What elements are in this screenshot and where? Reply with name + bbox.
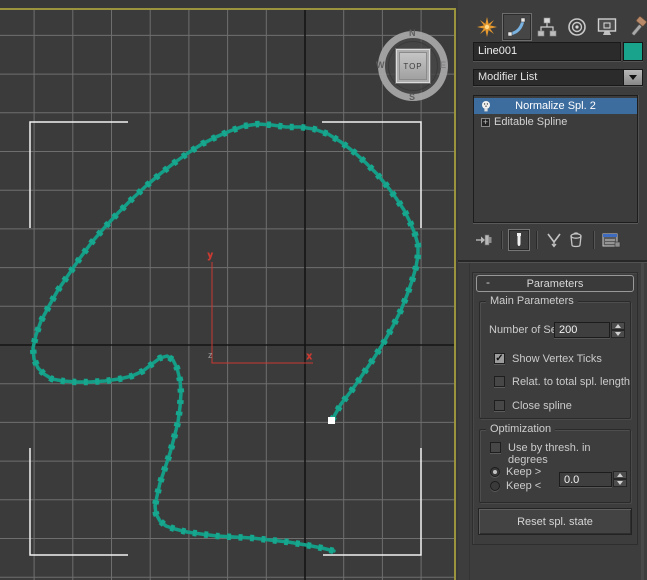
triangle-up-icon bbox=[615, 324, 621, 328]
spline-vertex-ticks bbox=[29, 120, 422, 555]
show-vertex-ticks-checkbox[interactable]: ✓ bbox=[494, 353, 505, 364]
view-label: TOP bbox=[403, 61, 423, 71]
relative-length-label: Relat. to total spl. length bbox=[512, 376, 631, 388]
stack-item-normalize-spline[interactable]: Normalize Spl. 2 bbox=[474, 98, 637, 114]
compass-west-label: W bbox=[376, 60, 385, 70]
toolbar-separator bbox=[593, 230, 594, 249]
selection-brackets bbox=[29, 121, 422, 556]
modifier-stack-toolbar bbox=[473, 228, 643, 251]
spline-end-vertex[interactable] bbox=[328, 417, 335, 424]
active-viewport-border-top bbox=[0, 8, 456, 10]
compass-north-label: N bbox=[409, 28, 416, 38]
modifier-list-dropdown[interactable]: Modifier List bbox=[473, 69, 643, 86]
group-title: Optimization bbox=[486, 423, 556, 435]
show-end-result-icon bbox=[517, 232, 521, 246]
stack-item-label: Normalize Spl. 2 bbox=[515, 100, 596, 112]
keep-greater-label: Keep > bbox=[506, 466, 542, 478]
triangle-down-icon bbox=[615, 332, 621, 336]
3dsmax-window: { "viewport": { "compass": { "center_lab… bbox=[0, 0, 647, 580]
close-spline-checkbox[interactable] bbox=[494, 400, 505, 411]
toolbar-separator bbox=[536, 230, 537, 249]
tab-modify[interactable] bbox=[502, 13, 532, 41]
dropdown-arrow-button[interactable] bbox=[623, 70, 642, 85]
triangle-down-icon bbox=[617, 481, 623, 485]
number-of-seg-field[interactable]: 200 bbox=[554, 322, 610, 338]
utilities-icon bbox=[631, 16, 647, 36]
pin-stack-icon bbox=[476, 234, 492, 245]
toolbar-separator bbox=[501, 230, 502, 249]
radio-dot bbox=[493, 470, 497, 474]
collapse-icon[interactable]: - bbox=[482, 276, 494, 289]
relative-length-checkbox[interactable] bbox=[494, 376, 505, 387]
trash-icon bbox=[570, 231, 582, 247]
number-of-seg-spinner[interactable] bbox=[611, 322, 625, 338]
command-panel-tabs bbox=[472, 13, 647, 41]
stack-item-label: Editable Spline bbox=[494, 116, 568, 128]
tab-motion[interactable] bbox=[562, 13, 592, 41]
axis-z-label: z bbox=[208, 350, 213, 360]
modifier-stack[interactable]: Normalize Spl. 2 + Editable Spline bbox=[473, 95, 638, 223]
triangle-up-icon bbox=[617, 473, 623, 477]
threshold-spinner[interactable] bbox=[613, 471, 627, 487]
number-of-seg-label: Number of Seg bbox=[489, 324, 563, 336]
object-name-row: Line001 bbox=[473, 42, 643, 61]
use-by-threshold-label: Use by thresh. in degrees bbox=[508, 442, 591, 466]
hierarchy-icon bbox=[537, 17, 557, 37]
compass-south-label: S bbox=[409, 92, 416, 102]
remove-modifier-button[interactable] bbox=[565, 229, 587, 251]
spinner-down-button[interactable] bbox=[613, 479, 627, 487]
spinner-up-button[interactable] bbox=[613, 471, 627, 479]
modifier-list-label: Modifier List bbox=[478, 71, 538, 83]
keep-greater-radio[interactable] bbox=[490, 467, 500, 477]
close-spline-label: Close spline bbox=[512, 400, 572, 412]
tab-create[interactable] bbox=[472, 13, 502, 41]
show-end-result-button[interactable] bbox=[508, 229, 530, 251]
stack-item-editable-spline[interactable]: + Editable Spline bbox=[474, 114, 637, 130]
configure-modifier-sets-button[interactable] bbox=[600, 229, 622, 251]
object-name-field[interactable]: Line001 bbox=[473, 42, 621, 61]
command-panel: Line001 Modifier List Normalize Spl. 2 +… bbox=[458, 0, 647, 580]
chevron-down-icon bbox=[629, 75, 637, 80]
panel-divider bbox=[458, 260, 647, 262]
selection-bracket bbox=[29, 121, 128, 228]
create-icon bbox=[477, 17, 497, 37]
parameters-rollout: - Parameters Main Parameters Number of S… bbox=[472, 272, 638, 545]
optimization-group: Optimization Use by thresh. in degrees K… bbox=[479, 423, 631, 503]
keep-less-label: Keep < bbox=[506, 480, 542, 492]
object-color-swatch[interactable] bbox=[623, 42, 643, 61]
spinner-down-button[interactable] bbox=[611, 330, 625, 338]
tab-hierarchy[interactable] bbox=[532, 13, 562, 41]
reset-spline-state-button[interactable]: Reset spl. state bbox=[478, 508, 632, 535]
rollout-scroll-edge bbox=[469, 263, 470, 580]
compass-east-label: E bbox=[440, 60, 447, 70]
show-vertex-ticks-label: Show Vertex Ticks bbox=[512, 353, 602, 365]
make-unique-button[interactable] bbox=[543, 229, 565, 251]
display-icon bbox=[597, 18, 617, 35]
tab-utilities[interactable] bbox=[622, 13, 647, 41]
use-by-threshold-checkbox[interactable] bbox=[490, 442, 501, 453]
rollout-title: Parameters bbox=[526, 277, 584, 290]
pin-stack-button[interactable] bbox=[473, 229, 495, 251]
motion-icon bbox=[568, 18, 586, 36]
axis-y-label: y bbox=[208, 250, 213, 260]
expand-plus-icon[interactable]: + bbox=[481, 117, 490, 127]
active-viewport-border-right bbox=[454, 8, 456, 580]
parameters-rollout-header[interactable]: - Parameters bbox=[476, 275, 634, 292]
tab-display[interactable] bbox=[592, 13, 622, 41]
spline-line001[interactable] bbox=[31, 122, 420, 553]
view-compass[interactable]: N S W E TOP bbox=[376, 28, 448, 102]
configure-modifier-sets-icon bbox=[602, 233, 621, 247]
main-parameters-group: Main Parameters Number of Seg 200 ✓ Show… bbox=[479, 295, 631, 419]
keep-less-radio[interactable] bbox=[490, 481, 500, 491]
make-unique-icon bbox=[547, 233, 561, 248]
axis-x-label: x bbox=[307, 351, 312, 361]
modify-icon bbox=[507, 17, 526, 37]
spinner-up-button[interactable] bbox=[611, 322, 625, 330]
panel-scrollbar[interactable] bbox=[641, 263, 644, 580]
group-title: Main Parameters bbox=[486, 295, 578, 307]
threshold-field[interactable]: 0.0 bbox=[559, 472, 612, 487]
top-viewport[interactable]: y x z N S W E TOP bbox=[0, 0, 458, 580]
compass-top-face[interactable]: TOP bbox=[396, 49, 430, 83]
